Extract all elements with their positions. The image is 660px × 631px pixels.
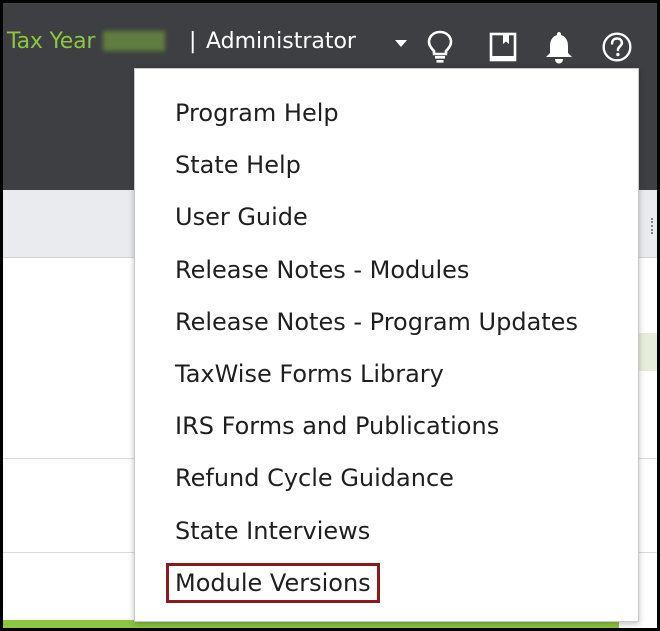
menu-item-taxwise-forms-library[interactable]: TaxWise Forms Library (135, 348, 638, 400)
header-separator: | (189, 29, 197, 54)
menu-item-state-help[interactable]: State Help (135, 139, 638, 191)
menu-item-release-notes-modules[interactable]: Release Notes - Modules (135, 244, 638, 296)
book-icon[interactable] (487, 29, 519, 65)
menu-item-label: IRS Forms and Publications (175, 412, 500, 441)
bell-icon[interactable] (543, 29, 575, 65)
menu-item-label: Refund Cycle Guidance (175, 464, 454, 493)
menu-item-label: Release Notes - Modules (175, 255, 470, 284)
menu-item-label: Module Versions (166, 562, 380, 603)
menu-item-module-versions[interactable]: Module Versions (135, 557, 638, 609)
help-menu-list: Program Help State Help User Guide Relea… (135, 87, 638, 609)
menu-item-label: State Help (175, 151, 301, 180)
menu-item-release-notes-program-updates[interactable]: Release Notes - Program Updates (135, 296, 638, 348)
app-window: Tax Year | Administrator Program Help St… (3, 3, 657, 628)
menu-item-refund-cycle-guidance[interactable]: Refund Cycle Guidance (135, 452, 638, 504)
menu-item-irs-forms-publications[interactable]: IRS Forms and Publications (135, 400, 638, 452)
menu-item-label: Program Help (175, 99, 339, 127)
menu-item-state-interviews[interactable]: State Interviews (135, 505, 638, 557)
lightbulb-icon[interactable] (424, 29, 456, 65)
help-icon[interactable] (601, 29, 633, 65)
role-dropdown[interactable]: Administrator (206, 29, 356, 54)
chevron-down-icon[interactable] (395, 40, 407, 47)
menu-item-label: Release Notes - Program Updates (175, 307, 578, 336)
menu-item-user-guide[interactable]: User Guide (135, 191, 638, 243)
menu-item-label: State Interviews (175, 516, 371, 545)
menu-item-program-help[interactable]: Program Help (135, 87, 638, 139)
drag-handle-icon[interactable] (651, 218, 657, 234)
help-dropdown-menu: Program Help State Help User Guide Relea… (134, 68, 639, 622)
menu-item-label: TaxWise Forms Library (175, 359, 444, 388)
menu-item-label: User Guide (175, 203, 308, 232)
tax-year-value-redacted (103, 31, 166, 51)
tax-year-text: Tax Year (7, 29, 96, 54)
tax-year-label: Tax Year (7, 29, 166, 54)
